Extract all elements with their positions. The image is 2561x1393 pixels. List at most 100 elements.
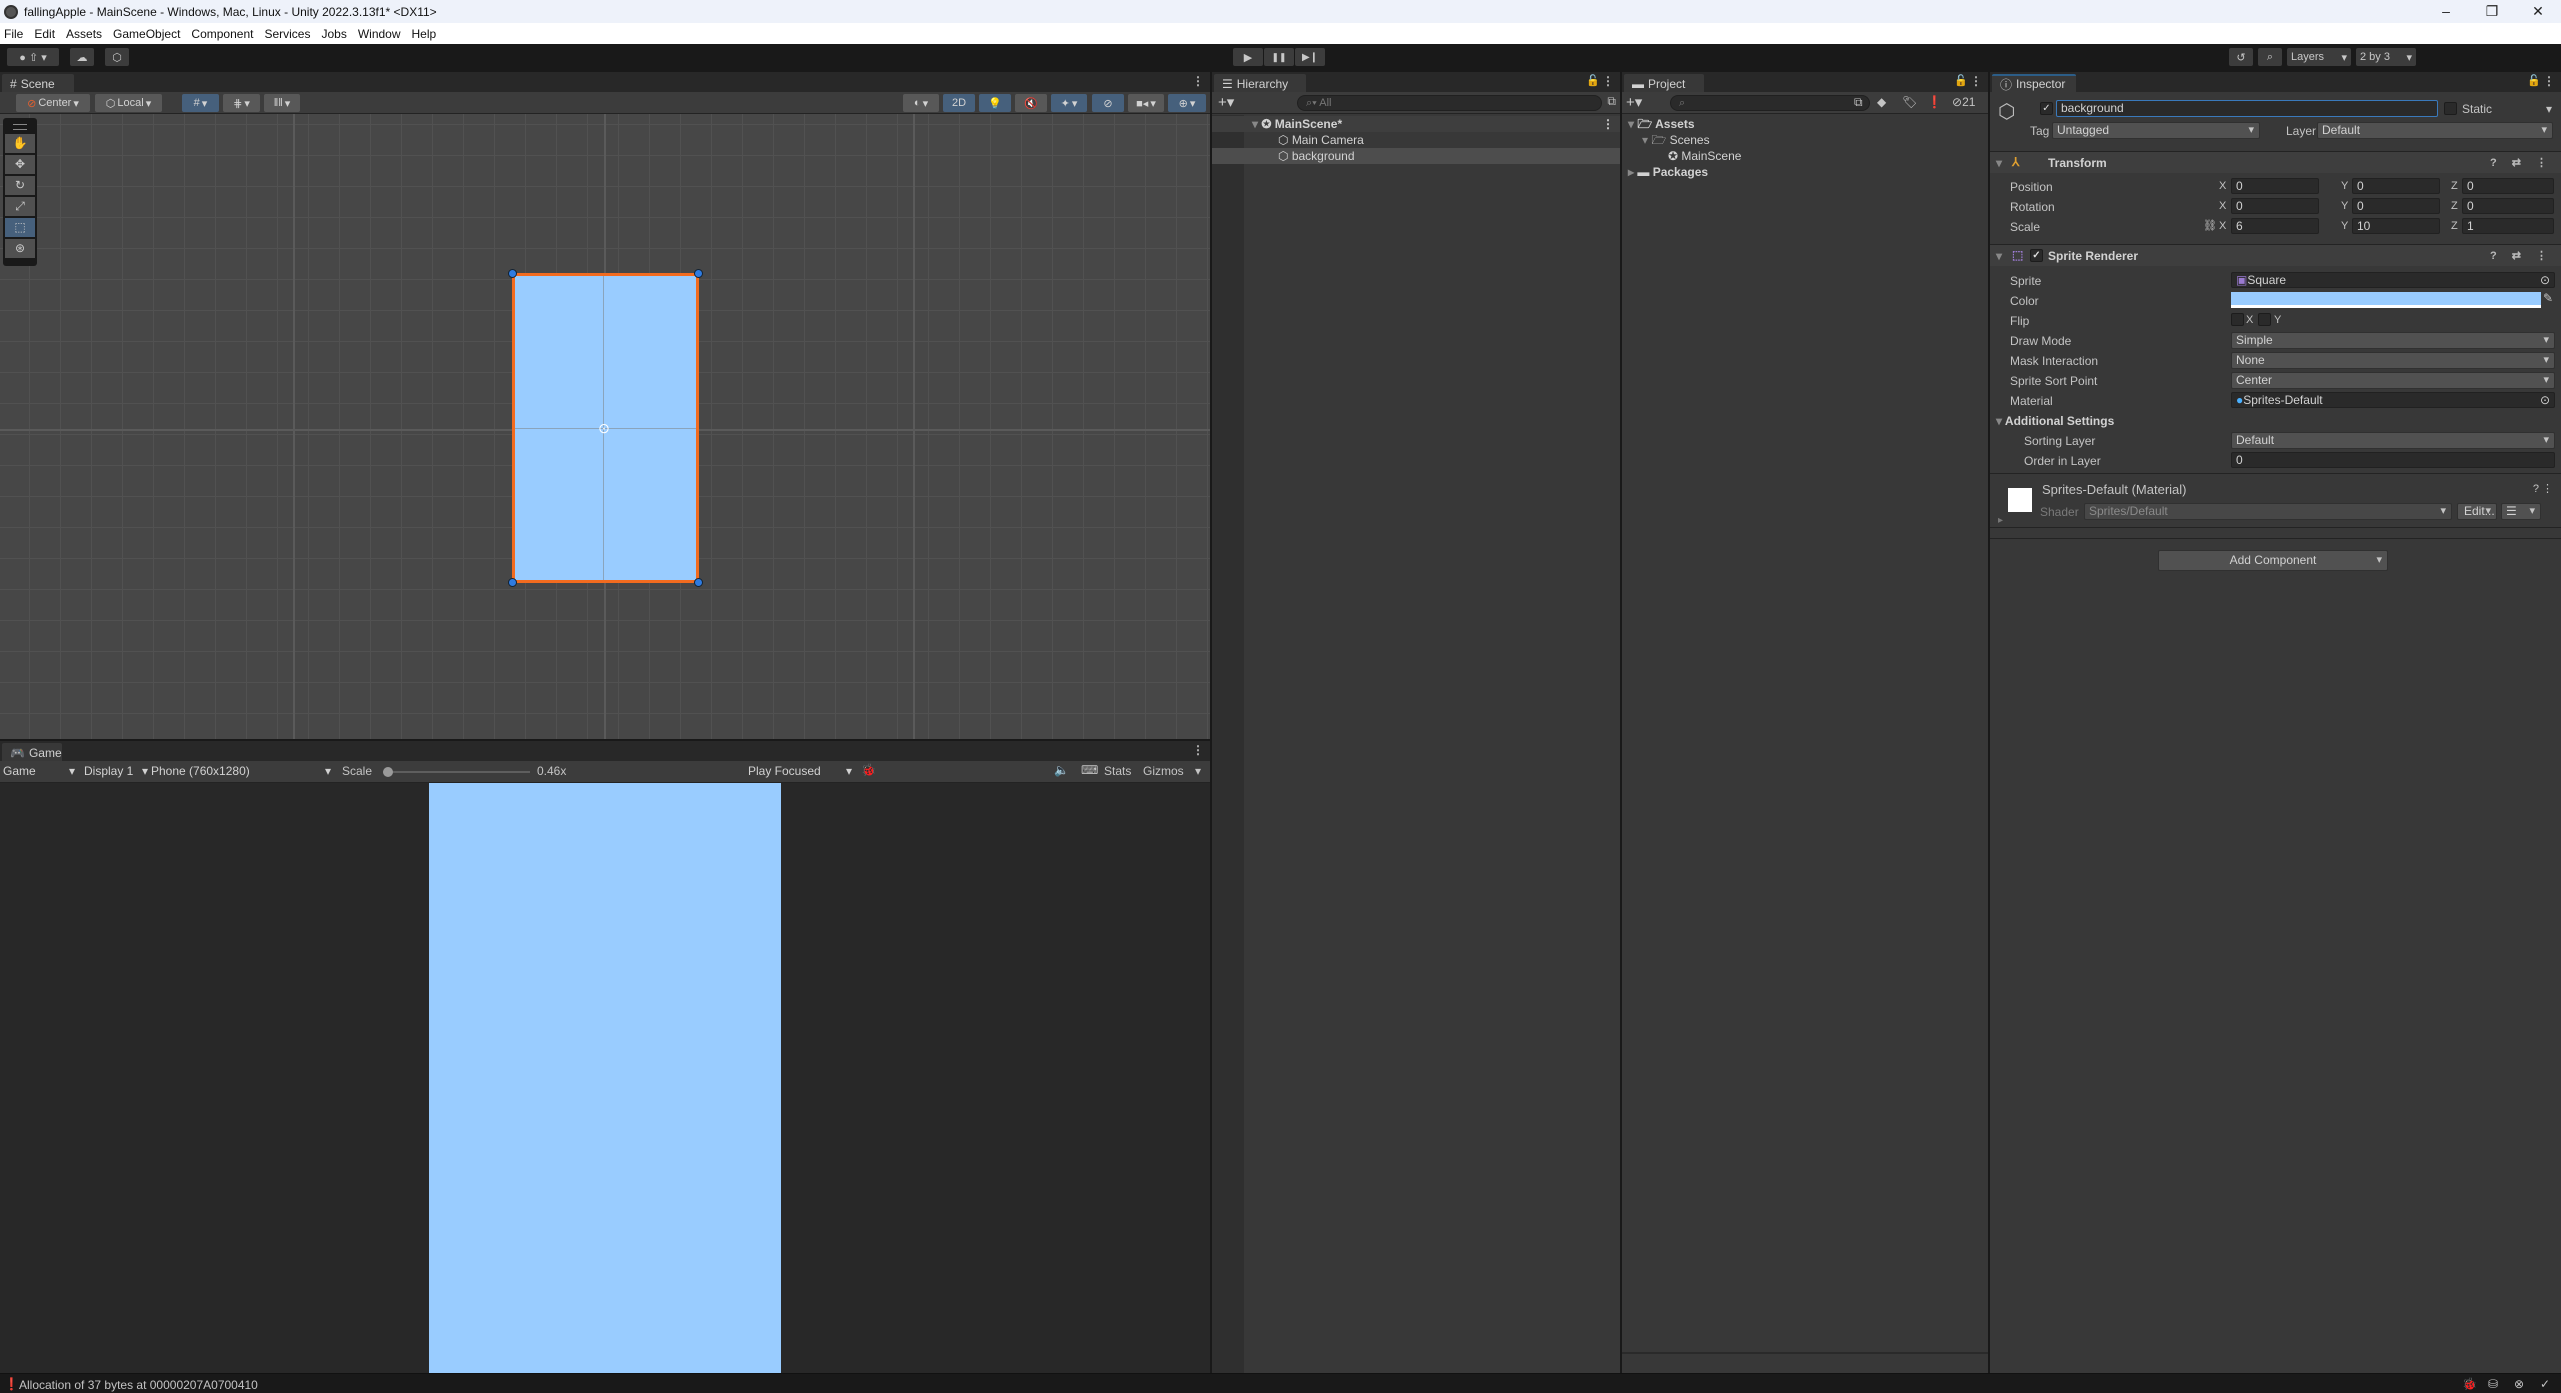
play-button[interactable]: ▶ — [1233, 48, 1263, 66]
rect-handle-bottom-right[interactable] — [694, 578, 703, 587]
scene-search-toggle-icon[interactable]: ⧉ — [1607, 94, 1616, 109]
more-options-icon[interactable]: ⋮ — [2543, 74, 2555, 88]
tab-scene[interactable]: # Scene — [2, 74, 74, 92]
filter-by-label-icon[interactable]: 🏷 — [1902, 95, 1917, 109]
layers-dropdown[interactable]: Layers ▾ — [2287, 48, 2351, 66]
expand-arrow-icon[interactable]: ▸ — [1998, 515, 2003, 526]
lock-icon[interactable]: 🔓 — [2527, 74, 2541, 87]
static-dropdown-arrow[interactable]: ▾ — [2546, 102, 2552, 116]
active-checkbox[interactable]: ✓ — [2040, 102, 2053, 115]
layout-dropdown[interactable]: 2 by 3 ▾ — [2356, 48, 2416, 66]
speaker-icon[interactable]: 🔈 — [1054, 763, 1069, 777]
component-header-icons[interactable]: ? ⇄ ⋮ — [2490, 249, 2553, 262]
project-search-input[interactable]: ⌕ — [1670, 95, 1870, 111]
expand-arrow-icon[interactable]: ▸ — [1628, 165, 1637, 179]
hierarchy-scene-row[interactable]: ▾ ✪ MainScene* ⋮ — [1212, 116, 1620, 132]
menu-services[interactable]: Services — [264, 27, 310, 41]
scale-z-field[interactable]: 1 — [2462, 218, 2554, 234]
warning-filter-icon[interactable]: ❗ — [1927, 95, 1942, 109]
audio-toggle[interactable]: 🔇 — [1015, 94, 1047, 112]
rect-tool[interactable]: ⬚ — [5, 218, 35, 237]
add-component-button[interactable]: Add Component — [2158, 550, 2388, 571]
rect-handle-top-right[interactable] — [694, 269, 703, 278]
rotation-x-field[interactable]: 0 — [2231, 198, 2319, 214]
gameobject-icon-selector[interactable]: ⬡ — [1998, 99, 2015, 124]
transform-header[interactable]: ▾ ⅄ Transform ? ⇄ ⋮ — [1990, 151, 2561, 173]
material-object-field[interactable]: ●Sprites-Default ⊙ — [2231, 392, 2555, 408]
checkmark-icon[interactable]: ✓ — [2540, 1377, 2550, 1391]
rect-handle-top-left[interactable] — [508, 269, 517, 278]
scale-slider[interactable] — [383, 767, 530, 777]
display-dropdown[interactable]: Display 1 ▾ — [84, 764, 148, 778]
expand-arrow-icon[interactable]: ▾ — [1642, 133, 1651, 147]
draw-mode-dropdown[interactable]: ◐ ▾ — [903, 94, 939, 112]
menu-assets[interactable]: Assets — [66, 27, 102, 41]
tab-project[interactable]: ▬ Project — [1624, 74, 1704, 92]
rotation-z-field[interactable]: 0 — [2462, 198, 2554, 214]
search-in-scene-icon[interactable]: ⧉ — [1854, 95, 1863, 110]
scale-x-field[interactable]: 6 — [2231, 218, 2319, 234]
drag-handle[interactable] — [13, 124, 27, 130]
menu-window[interactable]: Window — [358, 27, 401, 41]
hand-tool[interactable]: ✋ — [5, 134, 35, 153]
expand-arrow-icon[interactable]: ▾ — [1252, 117, 1261, 131]
hierarchy-search-input[interactable]: ⌕▾ All — [1297, 95, 1602, 111]
play-mode-dropdown[interactable]: Play Focused ▾ — [748, 764, 852, 778]
hierarchy-item-main-camera[interactable]: ⬡ Main Camera — [1212, 132, 1620, 148]
scale-tool[interactable]: ⤢ — [5, 197, 35, 216]
stats-button[interactable]: Stats — [1104, 764, 1131, 778]
hidden-packages-icon[interactable]: ⊘21 — [1952, 95, 1975, 109]
pause-button[interactable]: ❚❚ — [1264, 48, 1294, 66]
lock-icon[interactable]: 🔓 — [1954, 74, 1968, 87]
project-asset-mainscene[interactable]: ✪ MainScene — [1622, 148, 1988, 164]
lock-icon[interactable]: 🔓 — [1586, 74, 1600, 87]
project-folder-packages[interactable]: ▸ ▬ Packages — [1622, 164, 1988, 180]
resolution-dropdown[interactable]: Phone (760x1280) ▾ — [151, 764, 331, 778]
project-folder-scenes[interactable]: ▾ 🗁 Scenes — [1622, 132, 1988, 148]
menu-file[interactable]: File — [4, 27, 23, 41]
shader-edit-button[interactable]: Edit... — [2457, 503, 2497, 520]
account-button[interactable]: ● ⇧ ▾ — [7, 48, 59, 66]
order-in-layer-field[interactable]: 0 — [2231, 452, 2555, 468]
unity-version-control-button[interactable]: ⬡ — [105, 48, 129, 66]
sprite-renderer-enabled-checkbox[interactable]: ✓ — [2030, 249, 2043, 262]
snap-settings-dropdown[interactable]: ‖‖ ▾ — [264, 94, 300, 112]
scene-viewport[interactable]: ⊙ ✋ ✥ ↻ ⤢ ⬚ ⊛ — [0, 114, 1210, 739]
camera-gizmo-icon[interactable]: ⊙ — [594, 420, 614, 436]
rotation-y-field[interactable]: 0 — [2352, 198, 2440, 214]
effects-dropdown[interactable]: ✦ ▾ — [1051, 94, 1087, 112]
tag-dropdown[interactable]: Untagged — [2052, 122, 2260, 139]
menu-edit[interactable]: Edit — [34, 27, 55, 41]
grid-snapping-toggle[interactable]: # ▾ — [182, 94, 219, 112]
gizmos-button[interactable]: Gizmos — [1143, 764, 1184, 778]
undo-history-button[interactable]: ↺ — [2229, 48, 2253, 66]
transform-tool[interactable]: ⊛ — [5, 239, 35, 258]
filter-by-type-icon[interactable]: ◆ — [1877, 95, 1886, 109]
rect-handle-bottom-left[interactable] — [508, 578, 517, 587]
game-view-dropdown[interactable]: Game ▾ — [3, 764, 75, 778]
collapse-arrow-icon[interactable]: ▾ — [1996, 156, 2002, 170]
more-options-icon[interactable]: ⋮ — [1602, 74, 1614, 88]
scale-slider-thumb[interactable] — [383, 767, 393, 777]
gizmos-dropdown[interactable]: ⊕ ▾ — [1168, 94, 1206, 112]
shader-options-dropdown[interactable]: ☰ — [2501, 503, 2541, 520]
scene-visibility-toggle[interactable]: ⊘ — [1092, 94, 1124, 112]
rotate-tool[interactable]: ↻ — [5, 176, 35, 195]
move-tool[interactable]: ✥ — [5, 155, 35, 174]
eyedropper-icon[interactable]: ✎ — [2543, 291, 2553, 305]
component-header-icons[interactable]: ? ⋮ — [2533, 482, 2553, 495]
increment-snap-toggle[interactable]: ⋕ ▾ — [223, 94, 260, 112]
2d-mode-toggle[interactable]: 2D — [943, 94, 975, 112]
lighting-toggle[interactable]: 💡 — [979, 94, 1011, 112]
collapse-arrow-icon[interactable]: ▾ — [1996, 249, 2002, 263]
sprite-sort-point-dropdown[interactable]: Center — [2231, 372, 2555, 389]
component-header-icons[interactable]: ? ⇄ ⋮ — [2490, 156, 2553, 169]
minimize-button[interactable]: – — [2423, 3, 2469, 20]
layer-dropdown[interactable]: Default — [2317, 122, 2553, 139]
search-button[interactable]: ⌕ — [2258, 48, 2282, 66]
position-z-field[interactable]: 0 — [2462, 178, 2554, 194]
frame-debugger-bug-icon[interactable]: 🐞 — [861, 763, 876, 777]
menu-gameobject[interactable]: GameObject — [113, 27, 180, 41]
game-viewport[interactable] — [0, 783, 1210, 1373]
cache-server-icon[interactable]: ⛁ — [2488, 1377, 2498, 1391]
